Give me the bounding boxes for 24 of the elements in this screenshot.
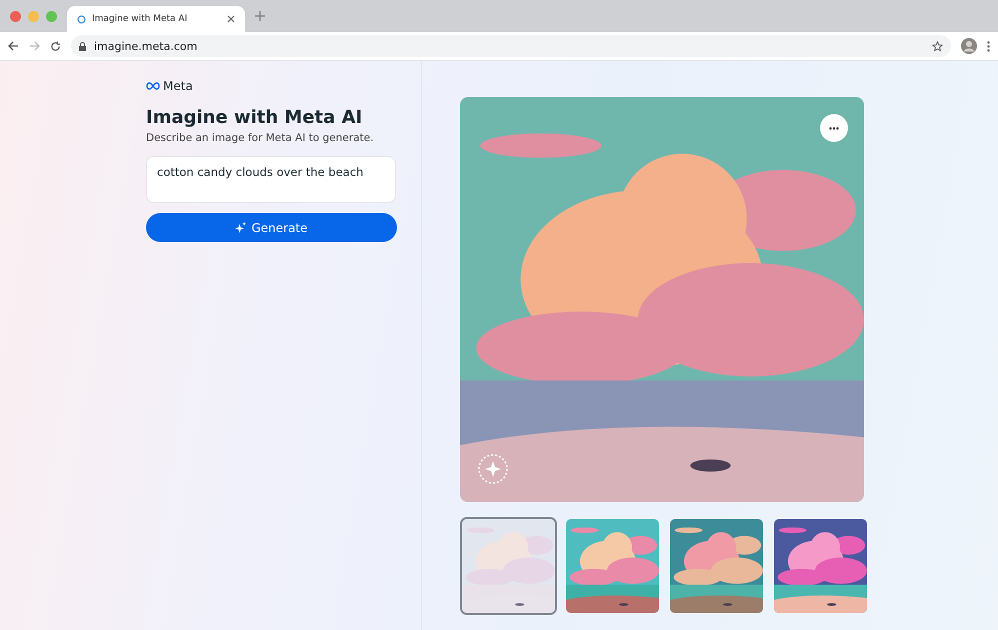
sparkle-icon [235,222,246,233]
forward-icon[interactable] [29,41,40,51]
reload-icon[interactable] [50,40,61,52]
page-subtitle: Describe an image for Meta AI to generate. [146,132,375,144]
tab-title: Imagine with Meta AI [92,14,188,24]
more-icon [829,126,839,130]
logo-text: Meta [163,79,193,93]
back-icon[interactable] [8,41,19,51]
browser-tab[interactable]: Imagine with Meta AI [67,6,245,32]
url-text: imagine.meta.com [94,40,198,52]
close-icon[interactable] [227,15,235,23]
page-heading: Imagine with Meta AI [146,107,364,128]
star-icon[interactable] [932,40,943,52]
lock-icon [79,42,86,50]
new-tab-icon[interactable] [255,11,265,21]
prompt-field[interactable]: cotton candy clouds over the beach [146,156,396,203]
infinity-logo-icon [146,82,160,90]
close-window-icon[interactable] [10,10,21,22]
menu-icon[interactable] [987,40,990,52]
address-bar[interactable]: imagine.meta.com [71,35,951,57]
watermark-badge-icon [477,453,509,485]
profile-avatar[interactable] [961,38,977,54]
generate-button[interactable]: Generate [146,213,397,242]
loading-icon [77,14,86,24]
